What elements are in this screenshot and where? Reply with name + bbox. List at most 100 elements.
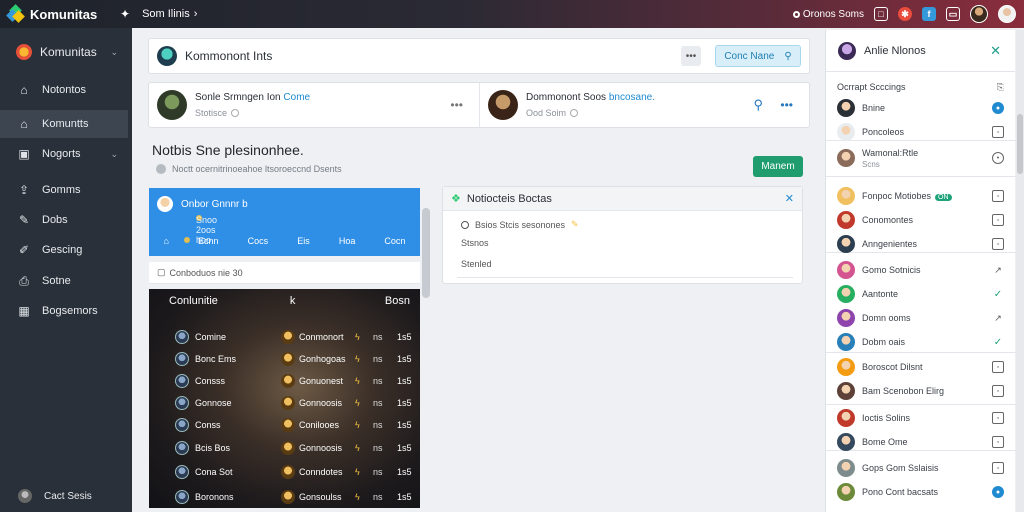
avatar[interactable] xyxy=(281,418,295,432)
table-row[interactable]: Boronons Gonsoulss ϟ ns 1s5 xyxy=(149,486,420,508)
check-icon[interactable]: ✓ xyxy=(992,336,1004,348)
brand[interactable]: Komunitas xyxy=(0,4,112,23)
close-icon[interactable]: ✕ xyxy=(990,43,1001,59)
avatar[interactable] xyxy=(281,490,295,504)
list-item[interactable]: Aantonte ✓ xyxy=(826,284,1016,304)
sparkle-icon[interactable]: ✦ xyxy=(120,7,130,21)
sidebar-item-dobs[interactable]: ✎ Dobs xyxy=(0,206,128,234)
tab-eis[interactable]: Eis xyxy=(297,236,310,246)
sidebar-item-sotne[interactable]: ⎙ Sotne xyxy=(0,267,128,295)
avatar[interactable] xyxy=(281,465,295,479)
table-row[interactable]: Cona Sot Conndotes ϟ ns 1s5 xyxy=(149,461,420,483)
open-link-icon[interactable]: ↗ xyxy=(992,264,1004,276)
sidebar-item-nogorts[interactable]: ▣ Nogorts ⌄ xyxy=(0,140,128,168)
avatar[interactable] xyxy=(281,396,295,410)
scrollbar-thumb[interactable] xyxy=(422,208,430,298)
message-icon[interactable]: □ xyxy=(874,7,888,21)
list-item[interactable]: Poncoleos ▫ xyxy=(826,122,1016,142)
search-button[interactable]: Conc Nane ⚲ xyxy=(715,45,801,67)
checkbox-icon[interactable]: ▫ xyxy=(992,238,1004,250)
list-item[interactable]: Anngenientes ▫ xyxy=(826,234,1016,254)
list-item[interactable]: Bam Scenobon Elirg ▫ xyxy=(826,381,1016,401)
table-row[interactable]: Bcis Bos Gonnoosis ϟ ns 1s5 xyxy=(149,437,420,459)
notification-line[interactable]: Bsios Stcis sesonones ✎ xyxy=(461,219,579,230)
table-row[interactable]: Comine Conmonort ϟ ns 1s5 xyxy=(149,326,420,348)
checkbox-icon[interactable]: ▫ xyxy=(992,126,1004,138)
list-item[interactable]: Fonpoc Motiobes ON ▫ xyxy=(826,186,1016,206)
sidebar-item-bogsemors[interactable]: ▦ Bogsemors xyxy=(0,297,128,325)
post-avatar[interactable] xyxy=(488,90,518,120)
sidebar-item-notontos[interactable]: ⌂ Notontos xyxy=(0,76,128,104)
checkbox-icon[interactable]: ▫ xyxy=(992,214,1004,226)
status-indicator[interactable]: Oronos Soms xyxy=(792,9,864,20)
checkbox-icon[interactable]: ▫ xyxy=(992,436,1004,448)
avatar[interactable] xyxy=(175,330,189,344)
list-item[interactable]: Bnine ● xyxy=(826,98,1016,118)
checkbox-icon[interactable]: ▫ xyxy=(992,412,1004,424)
avatar[interactable] xyxy=(175,352,189,366)
open-link-icon[interactable]: ↗ xyxy=(992,312,1004,324)
post-author[interactable]: Dommonont Soos bncosane. xyxy=(526,92,655,103)
sidebar-header[interactable]: Komunitas ⌄ xyxy=(0,28,132,60)
notification-icon[interactable]: ✱ xyxy=(898,7,912,21)
avatar[interactable] xyxy=(281,352,295,366)
table-row[interactable]: Consss Gonuonest ϟ ns 1s5 xyxy=(149,370,420,392)
notification-line[interactable]: Stsnos xyxy=(461,238,489,248)
close-icon[interactable]: ✕ xyxy=(785,192,794,205)
tab-ecnn[interactable]: Ecnn xyxy=(198,236,219,246)
profile-avatar[interactable] xyxy=(998,5,1016,23)
table-row[interactable]: Bonc Ems Gonhogoas ϟ ns 1s5 xyxy=(149,348,420,370)
avatar[interactable] xyxy=(281,374,295,388)
avatar[interactable] xyxy=(175,441,189,455)
radio-icon[interactable]: • xyxy=(992,152,1004,164)
link-icon[interactable]: ⎘ xyxy=(997,82,1004,93)
avatar[interactable] xyxy=(281,441,295,455)
avatar[interactable] xyxy=(281,330,295,344)
top-menu[interactable]: Som Ilinis › xyxy=(142,8,197,20)
list-item[interactable]: Boroscot Dilsnt ▫ xyxy=(826,357,1016,377)
tab-hoa[interactable]: Hoa xyxy=(339,236,356,246)
checkbox-icon[interactable]: ▫ xyxy=(992,462,1004,474)
action-icon[interactable]: ● xyxy=(992,486,1004,498)
tab-cocn[interactable]: Cocn xyxy=(384,236,405,246)
checkbox-icon[interactable]: ▫ xyxy=(992,361,1004,373)
list-item[interactable]: Conomontes ▫ xyxy=(826,210,1016,230)
list-item[interactable]: Wamonal:Rtle Scns • xyxy=(826,148,1016,169)
more-options-icon[interactable]: ••• xyxy=(681,46,701,66)
panel-home-icon[interactable]: ⌂ xyxy=(164,236,169,246)
check-icon[interactable]: ✓ xyxy=(992,288,1004,300)
table-row[interactable]: Gonnose Gonnoosis ϟ ns 1s5 xyxy=(149,392,420,414)
sidebar-item-gescing[interactable]: ✐ Gescing xyxy=(0,236,128,264)
tab-cocs[interactable]: Cocs xyxy=(248,236,269,246)
list-item[interactable]: Gops Gom Sslaisis ▫ xyxy=(826,458,1016,478)
avatar[interactable] xyxy=(175,418,189,432)
sidebar-item-gomms[interactable]: ⇪ Gomms xyxy=(0,176,128,204)
post-author[interactable]: Sonle Srmngen Ion Come xyxy=(195,92,310,103)
checkbox-icon[interactable]: ▫ xyxy=(992,385,1004,397)
window-icon[interactable]: ▭ xyxy=(946,7,960,21)
sidebar-item-komuntts[interactable]: ⌂ Komuntts xyxy=(0,110,128,138)
list-item[interactable]: Gomo Sotnicis ↗ xyxy=(826,260,1016,280)
action-icon[interactable]: ● xyxy=(992,102,1004,114)
avatar[interactable] xyxy=(175,490,189,504)
scrollbar[interactable] xyxy=(1016,30,1024,512)
more-options-icon[interactable]: ••• xyxy=(450,98,463,112)
search-icon[interactable]: ⚲ xyxy=(753,97,763,113)
more-options-icon[interactable]: ••• xyxy=(780,98,793,112)
avatar[interactable] xyxy=(175,396,189,410)
list-item[interactable]: Domn ooms ↗ xyxy=(826,308,1016,328)
community-avatar[interactable] xyxy=(157,196,173,212)
avatar[interactable] xyxy=(970,5,988,23)
manage-button[interactable]: Manem xyxy=(753,156,803,177)
scrollbar-thumb[interactable] xyxy=(1017,114,1023,174)
list-item[interactable]: Pono Cont bacsats ● xyxy=(826,482,1016,502)
app-icon[interactable]: f xyxy=(922,7,936,21)
notification-line[interactable]: Stenled xyxy=(461,259,492,269)
table-row[interactable]: Conss Conilooes ϟ ns 1s5 xyxy=(149,414,420,436)
avatar[interactable] xyxy=(175,465,189,479)
post-item[interactable]: Sonle Srmngen Ion Come Stotisce ••• xyxy=(149,83,479,127)
post-avatar[interactable] xyxy=(157,90,187,120)
checkbox-icon[interactable]: ▫ xyxy=(992,190,1004,202)
list-item[interactable]: Dobm oais ✓ xyxy=(826,332,1016,352)
filter-input[interactable]: ▢ Conboduos nie 30 xyxy=(149,262,420,284)
